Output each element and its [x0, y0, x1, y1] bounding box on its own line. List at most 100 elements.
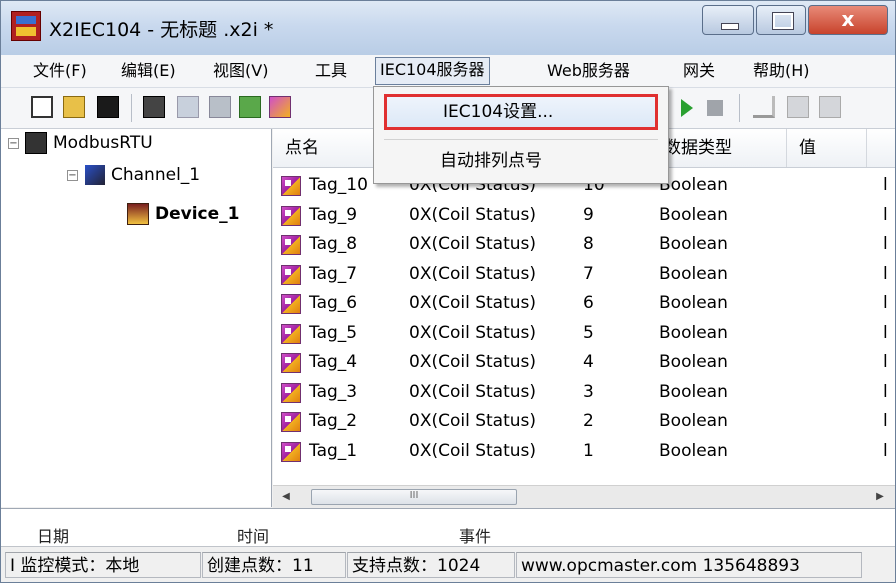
tree-channel-label: Channel_1 — [111, 165, 201, 185]
menu-file[interactable]: 文件(F) — [29, 59, 91, 83]
table-row[interactable]: Tag_8 0X(Coil Status) 8 Boolean l — [273, 230, 895, 260]
log-col-event[interactable]: 事件 — [459, 523, 491, 547]
col-header-datatype[interactable]: 数据类型 — [652, 129, 787, 167]
cell-type: 0X(Coil Status) — [409, 411, 537, 431]
add-tag-icon[interactable] — [269, 96, 291, 118]
menu-edit[interactable]: 编辑(E) — [117, 59, 180, 83]
log-col-date[interactable]: 日期 — [37, 523, 69, 547]
cell-extra: l — [883, 263, 888, 284]
table-row[interactable]: Tag_7 0X(Coil Status) 7 Boolean l — [273, 260, 895, 290]
cell-dtype: Boolean — [659, 293, 728, 313]
tag-icon — [281, 441, 301, 462]
new-file-icon[interactable] — [31, 96, 53, 118]
log-panel-header: 日期 时间 事件 — [1, 508, 895, 547]
scroll-thumb[interactable]: III — [311, 489, 517, 505]
cell-name: Tag_2 — [309, 411, 358, 431]
protocol-icon — [25, 132, 47, 154]
menu-web-server[interactable]: Web服务器 — [543, 59, 634, 83]
cell-extra: l — [883, 204, 888, 225]
stop-icon[interactable] — [707, 100, 723, 116]
cell-type: 0X(Coil Status) — [409, 263, 537, 284]
status-bar: I 监控模式：本地 创建点数：11 支持点数：1024 www.opcmaste… — [1, 546, 895, 582]
cell-type: 0X(Coil Status) — [409, 204, 537, 225]
log-col-time[interactable]: 时间 — [237, 523, 269, 547]
device-tree: − ModbusRTU − Channel_1 Device_1 — [1, 129, 272, 507]
cell-name: Tag_9 — [309, 204, 358, 225]
save-icon[interactable] — [97, 96, 119, 118]
toolbar-separator — [739, 94, 740, 122]
app-window: X2IEC104 - 无标题 .x2i * x 文件(F) 编辑(E) 视图(V… — [0, 0, 896, 583]
cell-dtype: Boolean — [659, 322, 728, 343]
table-row[interactable]: Tag_3 0X(Coil Status) 3 Boolean l — [273, 378, 895, 408]
table-row[interactable]: Tag_1 0X(Coil Status) 1 Boolean l — [273, 437, 895, 467]
run-icon[interactable] — [681, 99, 693, 117]
tag-icon — [281, 353, 301, 373]
tree-item-modbusrtu[interactable]: ModbusRTU — [25, 130, 153, 156]
cell-extra: l — [883, 381, 888, 402]
cell-dtype: Boolean — [659, 175, 728, 195]
cell-addr: 4 — [583, 352, 594, 372]
cell-extra: l — [883, 411, 888, 431]
cell-addr: 6 — [583, 293, 594, 313]
menu-help[interactable]: 帮助(H) — [749, 59, 814, 83]
cell-name: Tag_8 — [309, 234, 358, 254]
table-row[interactable]: Tag_2 0X(Coil Status) 2 Boolean l — [273, 407, 895, 437]
table-row[interactable]: Tag_6 0X(Coil Status) 6 Boolean l — [273, 289, 895, 319]
menu-item-auto-arrange[interactable]: 自动排列点号 — [384, 143, 658, 179]
cell-type: 0X(Coil Status) — [409, 440, 537, 461]
scroll-right-arrow-icon[interactable]: ▶ — [869, 486, 891, 508]
cell-addr: 9 — [583, 204, 594, 225]
tag-icon — [281, 323, 301, 344]
menu-gateway[interactable]: 网关 — [679, 59, 719, 83]
col-header-value[interactable]: 值 — [787, 129, 867, 167]
tree-device-label: Device_1 — [155, 204, 240, 224]
cell-extra: l — [883, 293, 888, 313]
maximize-button[interactable] — [756, 5, 806, 35]
col-header-extra[interactable] — [867, 129, 895, 167]
menu-item-iec104-settings[interactable]: IEC104设置... — [384, 94, 658, 130]
horizontal-scrollbar[interactable]: ◀ III ▶ — [273, 485, 895, 508]
cell-name: Tag_5 — [309, 322, 358, 343]
add-channel-icon[interactable] — [143, 96, 165, 118]
close-button[interactable]: x — [808, 5, 888, 35]
menu-separator — [384, 139, 658, 140]
cell-name: Tag_6 — [309, 293, 358, 313]
app-icon — [11, 11, 41, 41]
collapse-root-icon[interactable]: − — [8, 138, 19, 149]
cell-name: Tag_4 — [309, 352, 358, 372]
cell-addr: 2 — [583, 411, 594, 431]
table-row[interactable]: Tag_9 0X(Coil Status) 9 Boolean l — [273, 201, 895, 231]
status-created-count: 创建点数：11 — [202, 552, 346, 578]
upload-icon[interactable] — [819, 96, 841, 118]
tree-item-channel[interactable]: Channel_1 — [85, 162, 200, 188]
load-icon[interactable] — [787, 96, 809, 118]
table-row[interactable]: Tag_5 0X(Coil Status) 5 Boolean l — [273, 319, 895, 349]
cell-name: Tag_1 — [309, 440, 358, 461]
cell-name: Tag_10 — [309, 175, 368, 195]
add-link-icon[interactable] — [177, 96, 199, 118]
add-group-icon[interactable] — [239, 96, 261, 118]
tools-icon[interactable] — [753, 96, 775, 118]
tree-item-device[interactable]: Device_1 — [127, 201, 240, 227]
scroll-left-arrow-icon[interactable]: ◀ — [275, 486, 297, 508]
window-title: X2IEC104 - 无标题 .x2i * — [49, 19, 274, 41]
tag-icon — [281, 412, 301, 432]
cell-extra: l — [883, 352, 888, 372]
open-folder-icon[interactable] — [63, 96, 85, 118]
title-bar[interactable]: X2IEC104 - 无标题 .x2i * x — [1, 1, 895, 55]
table-row[interactable]: Tag_4 0X(Coil Status) 4 Boolean l — [273, 348, 895, 378]
collapse-channel-icon[interactable]: − — [67, 170, 78, 181]
tag-icon — [281, 176, 301, 196]
cell-dtype: Boolean — [659, 381, 728, 402]
minimize-button[interactable] — [702, 5, 754, 35]
menu-tools[interactable]: 工具 — [311, 59, 351, 83]
menu-view[interactable]: 视图(V) — [209, 59, 272, 83]
tag-icon — [281, 382, 301, 403]
add-device-icon[interactable] — [209, 96, 231, 118]
menu-iec104-server[interactable]: IEC104服务器 — [375, 57, 490, 85]
cell-extra: l — [883, 234, 888, 254]
cell-dtype: Boolean — [659, 352, 728, 372]
tag-icon — [281, 205, 301, 226]
tag-icon — [281, 235, 301, 255]
cell-dtype: Boolean — [659, 263, 728, 284]
